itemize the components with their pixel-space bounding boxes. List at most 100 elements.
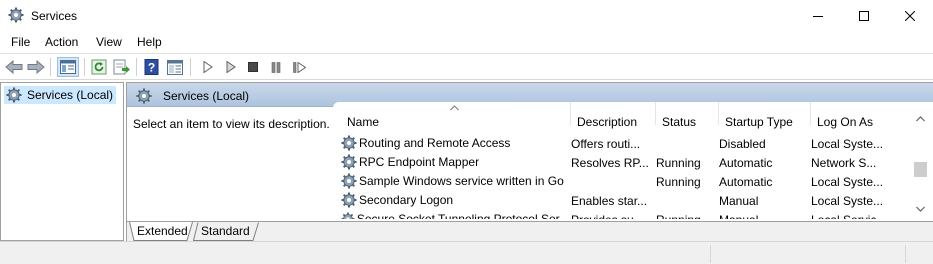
start-service-button[interactable]	[197, 57, 219, 77]
scroll-up-icon[interactable]	[916, 116, 925, 122]
stop-icon	[248, 62, 258, 72]
column-header-log-on-as[interactable]: Log On As	[811, 102, 911, 129]
forward-button[interactable]	[25, 57, 47, 77]
start-service-alt-button[interactable]	[220, 57, 242, 77]
service-name: Routing and Remote Access	[359, 136, 511, 150]
minimize-button[interactable]	[795, 0, 841, 31]
cell-description: Enables star...	[571, 194, 648, 208]
tab-standard[interactable]: Standard	[193, 222, 259, 241]
export-list-button[interactable]	[111, 57, 133, 77]
cell-log-on-as: Local Servic...	[811, 213, 891, 219]
maximize-button[interactable]	[841, 0, 887, 31]
menu-view[interactable]: View	[96, 35, 122, 49]
properties-icon	[167, 59, 183, 75]
cell-startup-type: Manual	[719, 213, 807, 219]
stop-service-button[interactable]	[242, 57, 264, 77]
status-divider	[905, 245, 906, 263]
scrollbar-thumb[interactable]	[914, 162, 927, 177]
show-hide-console-tree-button[interactable]	[57, 57, 79, 77]
console-tree-pane: Services (Local)	[0, 82, 124, 241]
cell-log-on-as: Network S...	[811, 156, 877, 170]
vertical-scrollbar[interactable]	[912, 108, 929, 218]
content-pane: Services (Local) Select an item to view …	[126, 82, 933, 242]
service-gear-icon	[341, 212, 355, 219]
service-gear-icon	[341, 135, 357, 151]
menu-help[interactable]: Help	[137, 35, 162, 49]
status-divider	[710, 245, 711, 263]
cell-status: Running	[656, 175, 701, 189]
close-icon	[905, 10, 915, 21]
refresh-button[interactable]	[88, 57, 110, 77]
description-hint: Select an item to view its description.	[133, 117, 330, 131]
svg-text:?: ?	[148, 61, 155, 75]
cell-status: Running	[656, 213, 716, 219]
cell-startup-type: Manual	[719, 194, 759, 208]
cell-name: Sample Windows service written in Go	[341, 173, 569, 189]
pause-service-button[interactable]	[265, 57, 287, 77]
column-header-name[interactable]: Name	[341, 102, 571, 129]
table-row[interactable]: Secondary Logon Enables star... Manual Loca…	[333, 191, 933, 210]
column-header-status[interactable]: Status	[656, 102, 719, 129]
cell-startup-type: Automatic	[719, 156, 773, 170]
play-outline-icon	[226, 61, 236, 73]
services-list: Name Description Status Startup Type Log…	[333, 102, 933, 219]
service-gear-icon	[341, 173, 357, 189]
service-name: Secondary Logon	[359, 193, 454, 207]
properties-button[interactable]	[164, 57, 186, 77]
cell-log-on-as: Local Syste...	[811, 137, 884, 151]
menu-bar: File Action View Help	[0, 31, 933, 52]
services-gear-icon	[6, 87, 22, 103]
service-name: Sample Windows service written in Go	[359, 174, 564, 188]
table-row[interactable]: Routing and Remote Access Offers routi...…	[333, 134, 933, 153]
tab-extended-label: Extended	[137, 224, 188, 238]
menu-action[interactable]: Action	[45, 35, 78, 49]
services-gear-icon	[8, 7, 24, 23]
scroll-down-icon[interactable]	[916, 206, 925, 212]
cell-name: RPC Endpoint Mapper	[341, 154, 569, 170]
cell-status: Running	[656, 156, 701, 170]
cell-startup-type: Disabled	[719, 137, 766, 151]
services-gear-icon	[136, 88, 152, 104]
export-list-icon	[113, 59, 130, 75]
table-row[interactable]: RPC Endpoint Mapper Resolves RP... Running…	[333, 153, 933, 172]
tab-extended[interactable]: Extended	[129, 222, 193, 241]
service-gear-icon	[341, 154, 357, 170]
column-header-description[interactable]: Description	[571, 102, 656, 129]
toolbar-separator	[136, 58, 137, 76]
back-button[interactable]	[3, 57, 25, 77]
play-icon	[203, 61, 213, 73]
cell-name: Secondary Logon	[341, 192, 569, 208]
window-title: Services	[31, 9, 78, 23]
cell-description: Provides su...	[571, 213, 651, 219]
description-pane: Select an item to view its description.	[127, 107, 333, 219]
service-name: Secure Socket Tunneling Protocol Ser...	[356, 212, 569, 219]
tab-standard-label: Standard	[201, 224, 250, 238]
minimize-icon	[813, 15, 823, 17]
menu-file[interactable]: File	[11, 35, 30, 49]
cell-description: Resolves RP...	[571, 156, 649, 170]
cell-name: Secure Socket Tunneling Protocol Ser...	[341, 211, 569, 219]
back-arrow-icon	[5, 60, 23, 74]
content-header-title: Services (Local)	[163, 89, 250, 103]
service-gear-icon	[341, 192, 357, 208]
toolbar-separator	[190, 58, 191, 76]
status-bar	[0, 241, 933, 264]
tree-item-services-local[interactable]: Services (Local)	[4, 86, 117, 104]
restart-icon	[292, 61, 306, 73]
console-tree-icon	[60, 60, 76, 74]
table-row[interactable]: Sample Windows service written in Go Runn…	[333, 172, 933, 191]
tree-item-label: Services (Local)	[27, 88, 114, 102]
cell-startup-type: Automatic	[719, 175, 773, 189]
maximize-icon	[859, 10, 869, 21]
help-button[interactable]: ?	[141, 57, 163, 77]
column-header-startup-type[interactable]: Startup Type	[719, 102, 811, 129]
table-row[interactable]: Secure Socket Tunneling Protocol Ser...P…	[333, 210, 933, 219]
cell-log-on-as: Local Syste...	[811, 194, 884, 208]
refresh-icon	[91, 59, 107, 75]
toolbar: ?	[0, 53, 933, 80]
cell-description: Offers routi...	[571, 137, 641, 151]
restart-service-button[interactable]	[288, 57, 310, 77]
pause-icon	[271, 61, 281, 73]
close-button[interactable]	[887, 0, 933, 31]
title-bar: Services	[0, 0, 933, 31]
